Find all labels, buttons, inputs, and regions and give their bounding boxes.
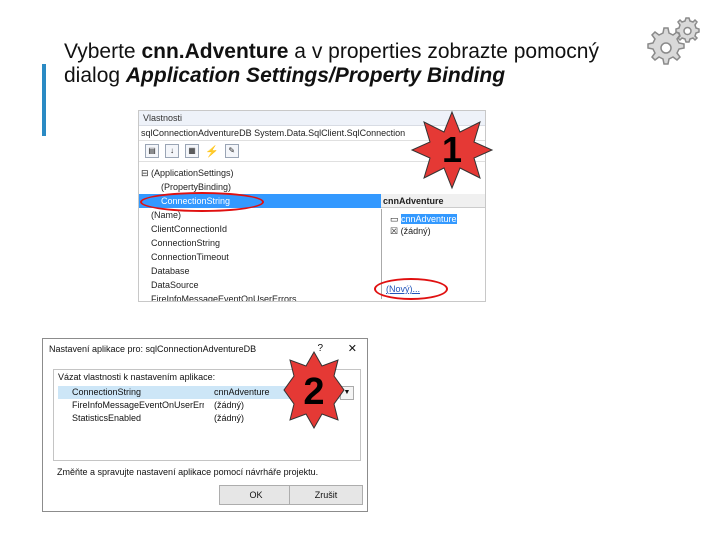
collapse-icon[interactable]: ⊟ [141, 166, 149, 180]
step-badge-1: 1 [410, 110, 494, 190]
alphabetical-icon[interactable]: ↓ [165, 144, 179, 158]
badge-1-number: 1 [442, 129, 462, 170]
property-row[interactable]: (PropertyBinding) [139, 180, 381, 194]
property-name: ClientConnectionId [151, 224, 228, 234]
property-name: ConnectionString [151, 238, 221, 248]
title-bold: cnn.Adventure [141, 40, 289, 63]
property-name: DataSource [151, 280, 199, 290]
property-row[interactable]: ClientConnectionId [139, 222, 381, 236]
property-row[interactable]: FireInfoMessageEventOnUserErrors [139, 292, 381, 302]
property-row[interactable]: ConnectionTimeout [139, 250, 381, 264]
badge-2-number: 2 [303, 371, 324, 413]
binding-property-name: ConnectionString [72, 387, 142, 397]
binding-setting-value: (žádný) [214, 400, 245, 410]
property-row[interactable]: Database [139, 264, 381, 278]
title-italic: Application Settings/Property Binding [125, 64, 506, 87]
property-name: Database [151, 266, 190, 276]
ok-button[interactable]: OK [219, 485, 293, 505]
cancel-button[interactable]: Zrušit [289, 485, 363, 505]
binding-property-name: StatisticsEnabled [72, 413, 142, 423]
binding-property-name: FireInfoMessageEventOnUserErr [72, 400, 204, 410]
property-name: ConnectionTimeout [151, 252, 229, 262]
gears-icon [647, 17, 700, 65]
callout-oval-new [374, 278, 448, 300]
accent-bar [42, 64, 46, 136]
property-row[interactable]: DataSource [139, 278, 381, 292]
property-name: (ApplicationSettings) [151, 168, 234, 178]
events-icon[interactable]: ⚡ [205, 145, 219, 158]
property-row[interactable]: ConnectionString [139, 236, 381, 250]
dialog-title: Nastavení aplikace pro: sqlConnectionAdv… [49, 344, 257, 354]
slide-title: Vyberte cnn.Adventure a v properties zob… [64, 40, 624, 88]
callout-oval-connectionstring [140, 192, 264, 212]
step-badge-2: 2 [283, 350, 345, 430]
properties-icon[interactable]: ▦ [185, 144, 199, 158]
categorized-icon[interactable]: ▤ [145, 144, 159, 158]
close-icon[interactable]: ✕ [348, 339, 357, 359]
dropdown-item-0[interactable]: ▭ cnnAdventure [382, 213, 485, 225]
property-name: FireInfoMessageEventOnUserErrors [151, 294, 297, 302]
title-text-1: Vyberte [64, 40, 142, 63]
dropdown-item-1[interactable]: ☒ (žádný) [382, 225, 485, 237]
binding-setting-value: cnnAdventure [214, 387, 270, 397]
property-pages-icon[interactable]: ✎ [224, 144, 239, 158]
group-label: Vázat vlastnosti k nastavením aplikace: [58, 372, 216, 382]
binding-setting-value: (žádný) [214, 413, 245, 423]
dialog-hint: Změňte a spravujte nastavení aplikace po… [57, 467, 319, 477]
binding-value[interactable]: cnnAdventure [381, 194, 485, 208]
property-row[interactable]: ⊟ (ApplicationSettings) [139, 166, 381, 180]
